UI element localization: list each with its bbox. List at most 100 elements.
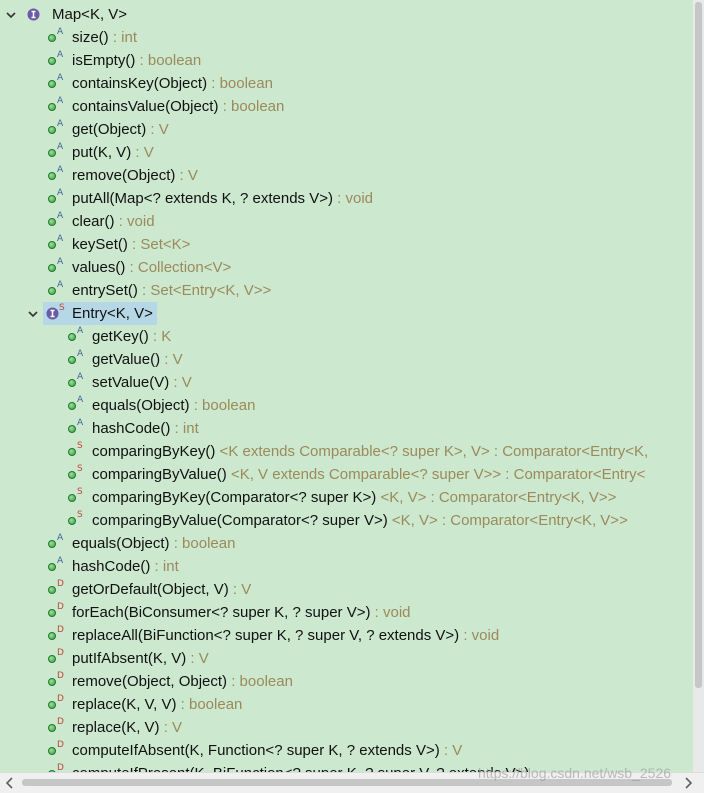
default-marker-icon: D	[57, 625, 64, 635]
tree-row[interactable]: AgetKey() : K	[0, 325, 693, 348]
member-signature-detail: : Set<Entry<K, V>>	[137, 282, 272, 299]
tree-row[interactable]: ScomparingByKey(Comparator<? super K>) <…	[0, 486, 693, 509]
tree-row[interactable]: ScomparingByValue(Comparator<? super V>)…	[0, 509, 693, 532]
abstract-marker-icon: A	[57, 556, 64, 566]
static-marker-icon: S	[77, 464, 83, 474]
tree-row[interactable]: Aremove(Object) : V	[0, 164, 693, 187]
member-signature-detail: : V	[131, 144, 154, 161]
member-label: forEach(BiConsumer<? super K, ? super V>…	[72, 601, 411, 624]
member-signature-detail: : V	[439, 742, 463, 759]
scroll-right-arrow-icon[interactable]	[683, 777, 693, 789]
member-name: remove(Object, Object)	[72, 673, 228, 690]
tree-row[interactable]: Aget(Object) : V	[0, 118, 693, 141]
abstract-marker-icon: A	[77, 418, 84, 428]
member-name: comparingByKey()	[92, 443, 216, 460]
chevron-down-icon[interactable]	[5, 9, 17, 21]
tree-row[interactable]: AisEmpty() : boolean	[0, 49, 693, 72]
member-label: putAll(Map<? extends K, ? extends V>) : …	[72, 187, 373, 210]
member-signature-detail: : V	[159, 719, 183, 736]
tree-row[interactable]: AsetValue(V) : V	[0, 371, 693, 394]
member-signature-detail: <K extends Comparable<? super K>, V> : C…	[215, 443, 649, 460]
tree-row[interactable]: Dreplace(K, V, V) : boolean	[0, 693, 693, 716]
tree-row[interactable]: AgetValue() : V	[0, 348, 693, 371]
member-name: putIfAbsent(K, V)	[72, 650, 187, 667]
chevron-down-icon[interactable]	[27, 308, 39, 320]
public-method-icon	[68, 425, 76, 433]
tree-row[interactable]: Aclear() : void	[0, 210, 693, 233]
tree-row[interactable]: AcontainsKey(Object) : boolean	[0, 72, 693, 95]
abstract-marker-icon: A	[57, 188, 64, 198]
public-method-icon	[48, 701, 56, 709]
member-name: remove(Object)	[72, 167, 176, 184]
tree-row[interactable]: AhashCode() : int	[0, 417, 693, 440]
tree-row-interface[interactable]: S Entry<K, V>	[0, 302, 693, 325]
public-method-icon	[48, 103, 56, 111]
public-method-icon	[48, 678, 56, 686]
outline-tree[interactable]: Map<K, V> Asize() : int AisEmpty() : boole…	[0, 0, 693, 772]
abstract-marker-icon: A	[57, 73, 64, 83]
member-name: values()	[72, 259, 126, 276]
member-label: getKey() : K	[92, 325, 171, 348]
tree-row[interactable]: DputIfAbsent(K, V) : V	[0, 647, 693, 670]
public-method-icon	[48, 218, 56, 226]
scroll-left-arrow-icon[interactable]	[5, 777, 15, 789]
member-signature-detail: : int	[170, 420, 199, 437]
member-name: containsKey(Object)	[72, 75, 208, 92]
tree-row[interactable]: Aequals(Object) : boolean	[0, 394, 693, 417]
tree-row[interactable]: AentrySet() : Set<Entry<K, V>>	[0, 279, 693, 302]
member-label: comparingByValue() <K, V extends Compara…	[92, 463, 645, 486]
member-name: setValue(V)	[92, 374, 170, 391]
member-name: clear()	[72, 213, 115, 230]
vertical-scrollbar[interactable]	[693, 0, 704, 772]
member-label: remove(Object, Object) : boolean	[72, 670, 293, 693]
member-signature-detail: : void	[459, 627, 500, 644]
member-signature-detail: <K, V> : Comparator<Entry<K, V>>	[376, 489, 617, 506]
member-signature-detail: : boolean	[189, 397, 256, 414]
member-label: replace(K, V, V) : boolean	[72, 693, 242, 716]
tree-row[interactable]: DgetOrDefault(Object, V) : V	[0, 578, 693, 601]
member-name: replaceAll(BiFunction<? super K, ? super…	[72, 627, 460, 644]
member-signature-detail: : boolean	[176, 696, 243, 713]
member-name: get(Object)	[72, 121, 147, 138]
public-method-icon	[68, 471, 76, 479]
abstract-marker-icon: A	[57, 165, 64, 175]
tree-row[interactable]: Asize() : int	[0, 26, 693, 49]
member-label: size() : int	[72, 26, 137, 49]
public-method-icon	[48, 57, 56, 65]
member-name: size()	[72, 29, 109, 46]
tree-row[interactable]: Aequals(Object) : boolean	[0, 532, 693, 555]
tree-row[interactable]: DreplaceAll(BiFunction<? super K, ? supe…	[0, 624, 693, 647]
tree-row[interactable]: ScomparingByKey() <K extends Comparable<…	[0, 440, 693, 463]
public-method-icon	[48, 724, 56, 732]
member-name: equals(Object)	[72, 535, 170, 552]
tree-row[interactable]: Aput(K, V) : V	[0, 141, 693, 164]
member-label: clear() : void	[72, 210, 155, 233]
tree-row[interactable]: Dremove(Object, Object) : boolean	[0, 670, 693, 693]
abstract-marker-icon: A	[77, 326, 84, 336]
member-name: containsValue(Object)	[72, 98, 219, 115]
tree-row[interactable]: DcomputeIfAbsent(K, Function<? super K, …	[0, 739, 693, 762]
tree-row[interactable]: AputAll(Map<? extends K, ? extends V>) :…	[0, 187, 693, 210]
member-signature-detail: : void	[370, 604, 411, 621]
public-method-icon	[48, 264, 56, 272]
tree-row[interactable]: AcontainsValue(Object) : boolean	[0, 95, 693, 118]
tree-row[interactable]: Avalues() : Collection<V>	[0, 256, 693, 279]
vertical-scrollbar-thumb[interactable]	[695, 2, 702, 688]
tree-row-interface[interactable]: Map<K, V>	[0, 3, 693, 26]
tree-row[interactable]: ScomparingByValue() <K, V extends Compar…	[0, 463, 693, 486]
tree-row[interactable]: DforEach(BiConsumer<? super K, ? super V…	[0, 601, 693, 624]
tree-row[interactable]: Dreplace(K, V) : V	[0, 716, 693, 739]
member-signature-detail: <K, V extends Comparable<? super V>> : C…	[226, 466, 646, 483]
default-marker-icon: D	[57, 648, 64, 658]
member-name: comparingByKey(Comparator<? super K>)	[92, 489, 377, 506]
member-signature-detail: : V	[169, 374, 192, 391]
tree-row[interactable]: AkeySet() : Set<K>	[0, 233, 693, 256]
public-method-icon	[48, 149, 56, 157]
tree-row[interactable]: AhashCode() : int	[0, 555, 693, 578]
member-signature-detail: : boolean	[169, 535, 236, 552]
abstract-marker-icon: A	[57, 533, 64, 543]
member-name: putAll(Map<? extends K, ? extends V>)	[72, 190, 333, 207]
abstract-marker-icon: A	[77, 395, 84, 405]
abstract-marker-icon: A	[77, 349, 84, 359]
static-marker-icon: S	[77, 510, 83, 520]
